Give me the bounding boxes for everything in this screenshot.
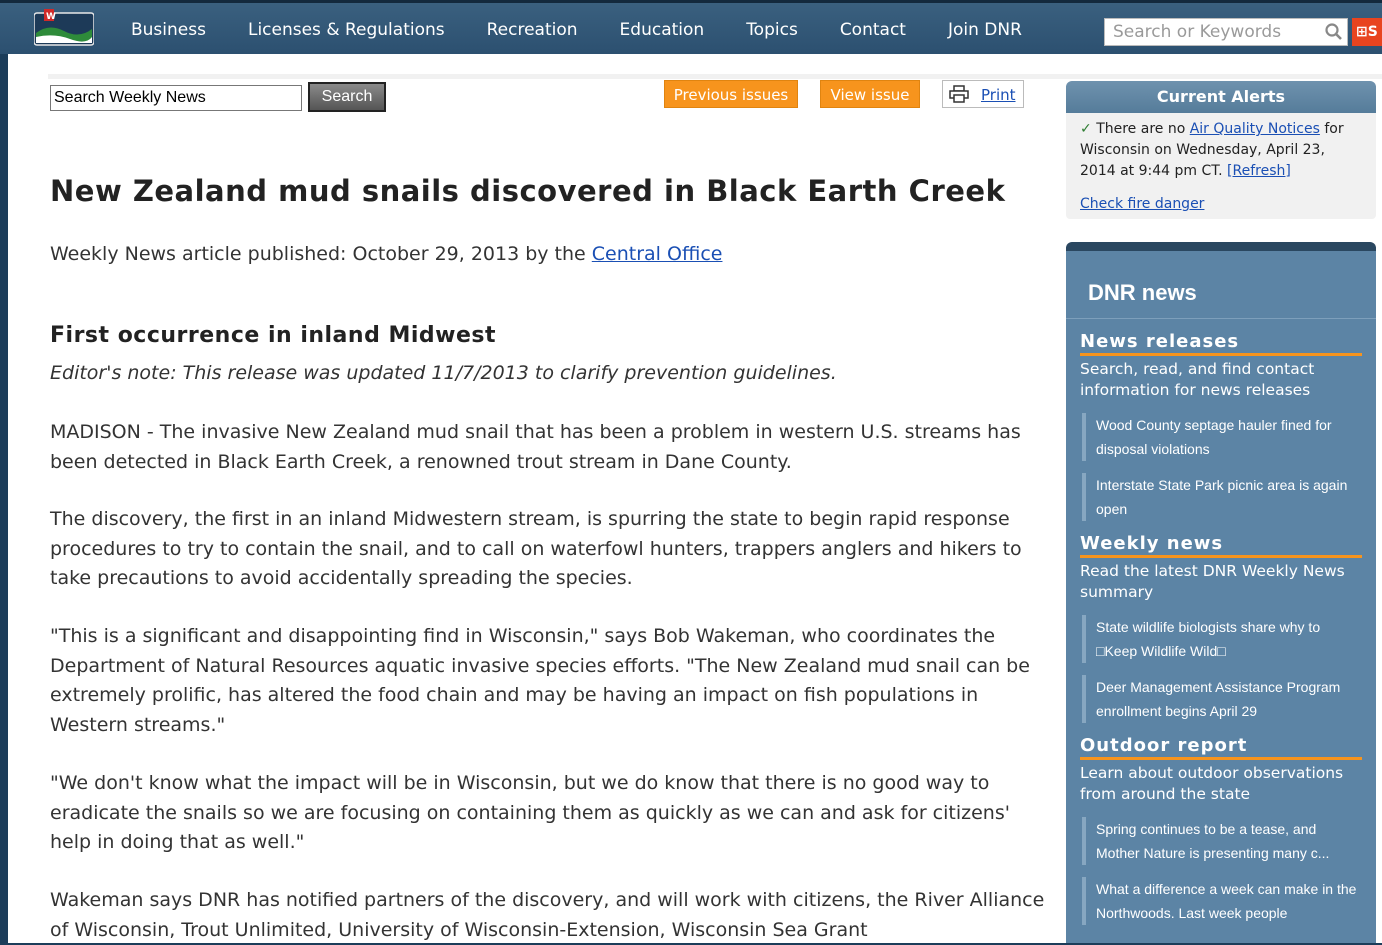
editor-note: Editor's note: This release was updated …	[50, 362, 837, 384]
nav-licenses-regulations[interactable]: Licenses & Regulations	[227, 3, 466, 57]
dnr-news-title: DNR news	[1066, 251, 1376, 319]
dnr-news-panel: DNR news News releases Search, read, and…	[1066, 242, 1376, 943]
article-meta: Weekly News article published: October 2…	[50, 243, 722, 265]
print-button[interactable]: Print	[942, 80, 1024, 108]
checkmark-icon: ✓	[1080, 121, 1092, 137]
section-description: Learn about outdoor observations from ar…	[1080, 764, 1344, 803]
alerts-title: Current Alerts	[1066, 81, 1376, 113]
plus-icon: ⊞	[1356, 24, 1368, 40]
current-alerts-box: Current Alerts ✓ There are no Air Qualit…	[1066, 81, 1376, 219]
outdoor-report-section: Outdoor report Learn about outdoor obser…	[1066, 735, 1376, 925]
view-issue-button[interactable]: View issue	[820, 80, 920, 108]
share-label: S	[1367, 24, 1378, 40]
section-title[interactable]: Outdoor report	[1080, 735, 1362, 760]
nav-join-dnr[interactable]: Join DNR	[927, 3, 1043, 57]
nav-business[interactable]: Business	[110, 3, 227, 57]
nav-topics[interactable]: Topics	[725, 3, 819, 57]
dnr-logo-icon[interactable]: W	[34, 9, 94, 47]
top-navigation-bar: W Business Licenses & Regulations Recrea…	[0, 0, 1382, 54]
news-item-link[interactable]: What a difference a week can make in the…	[1082, 877, 1362, 925]
share-button[interactable]: ⊞S	[1352, 18, 1382, 46]
section-description: Read the latest DNR Weekly News summary	[1080, 562, 1345, 601]
news-item-link[interactable]: State wildlife biologists share why to □…	[1082, 615, 1362, 663]
article-title: New Zealand mud snails discovered in Bla…	[50, 174, 1006, 208]
news-item-link[interactable]: Wood County septage hauler fined for dis…	[1082, 413, 1362, 461]
section-title[interactable]: Weekly news	[1080, 533, 1362, 558]
nav-education[interactable]: Education	[599, 3, 726, 57]
site-search-input[interactable]	[1104, 18, 1348, 46]
alert-text: There are no	[1096, 121, 1190, 137]
article-paragraph: MADISON - The invasive New Zealand mud s…	[50, 421, 1021, 473]
article-subtitle: First occurrence in inland Midwest	[50, 323, 497, 348]
main-menu: Business Licenses & Regulations Recreati…	[110, 3, 1043, 57]
weekly-news-search-button[interactable]: Search	[308, 82, 386, 112]
news-item-link[interactable]: Spring continues to be a tease, and Moth…	[1082, 817, 1362, 865]
refresh-link[interactable]: [Refresh]	[1227, 163, 1291, 179]
news-releases-section: News releases Search, read, and find con…	[1066, 331, 1376, 521]
section-description: Search, read, and find contact informati…	[1080, 360, 1315, 399]
article-paragraph: The discovery, the first in an inland Mi…	[50, 508, 1022, 590]
section-title[interactable]: News releases	[1080, 331, 1362, 356]
article-paragraph: "This is a significant and disappointing…	[50, 625, 1030, 737]
article-paragraph: Wakeman says DNR has notified partners o…	[50, 889, 1045, 941]
alerts-body: ✓ There are no Air Quality Notices for W…	[1066, 113, 1376, 215]
print-label: Print	[981, 86, 1016, 104]
previous-issues-button[interactable]: Previous issues	[664, 80, 798, 108]
weekly-news-search-input[interactable]	[50, 85, 302, 111]
svg-text:W: W	[46, 12, 56, 22]
publish-info: Weekly News article published: October 2…	[50, 243, 592, 265]
main-content: Search Previous issues View issue Print …	[8, 54, 1382, 943]
nav-recreation[interactable]: Recreation	[466, 3, 599, 57]
news-item-link[interactable]: Interstate State Park picnic area is aga…	[1082, 473, 1362, 521]
article-paragraph: "We don't know what the impact will be i…	[50, 772, 1010, 854]
search-icon[interactable]	[1324, 22, 1344, 42]
nav-contact[interactable]: Contact	[819, 3, 927, 57]
fire-danger-link[interactable]: Check fire danger	[1080, 194, 1362, 215]
printer-icon	[949, 85, 969, 103]
news-item-link[interactable]: Deer Management Assistance Program enrol…	[1082, 675, 1362, 723]
divider	[48, 74, 1382, 79]
weekly-news-section: Weekly news Read the latest DNR Weekly N…	[1066, 533, 1376, 723]
central-office-link[interactable]: Central Office	[592, 243, 723, 265]
air-quality-link[interactable]: Air Quality Notices	[1190, 121, 1320, 137]
